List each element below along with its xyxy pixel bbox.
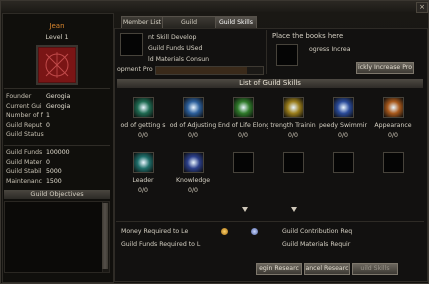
- skill-name: End of Life Elong: [218, 122, 268, 129]
- develop-line-2: Guild Funds USed: [148, 45, 203, 52]
- develop-progress-label: opment Pro: [117, 66, 153, 73]
- develop-line-3: ld Materials Consun: [148, 56, 210, 63]
- skill-name: Knowledge: [175, 177, 210, 184]
- divider: [266, 30, 267, 74]
- skill-name: trength Trainin: [270, 122, 316, 129]
- blue-star-icon[interactable]: [183, 152, 204, 173]
- info-value: 0: [46, 121, 50, 129]
- skill-level-count: 0/0: [238, 132, 248, 139]
- silver-coin-icon: [251, 228, 258, 235]
- skill-level-count: 0/0: [188, 132, 198, 139]
- book-slot[interactable]: [276, 44, 298, 66]
- empty-skill-slot[interactable]: [233, 152, 254, 173]
- books-title: Place the books here: [272, 32, 344, 40]
- quickly-increase-button[interactable]: ickly Increase Pro: [356, 62, 414, 74]
- guild-skills-button[interactable]: uild Skills: [352, 263, 398, 275]
- info-row: Guild Mater 0: [6, 158, 106, 167]
- title-bar[interactable]: [1, 1, 428, 12]
- info-row: Guild Funds 100000: [6, 148, 106, 157]
- info-value: 100000: [46, 149, 70, 156]
- info-row: Maintenanc 1500: [6, 177, 106, 186]
- skill-level-count: 0/0: [388, 132, 398, 139]
- orange-figure-icon[interactable]: [383, 97, 404, 118]
- info-row: Guild Reput 0: [6, 121, 106, 130]
- blue-glove-icon[interactable]: [183, 97, 204, 118]
- info-value: Gerogia: [46, 102, 71, 110]
- empty-skill-slot[interactable]: [383, 152, 404, 173]
- skill-name: Appearance: [374, 122, 412, 129]
- info-row: Guild Status: [6, 130, 106, 139]
- guild-objectives-header: Guild Objectives: [4, 190, 110, 199]
- divider: [4, 145, 110, 146]
- green-heal-icon[interactable]: [233, 97, 254, 118]
- divider: [4, 88, 110, 89]
- skill-level-count: 0/0: [138, 187, 148, 194]
- info-label: Guild Mater: [6, 158, 42, 166]
- character-level: Level 1: [45, 33, 69, 41]
- teal-leader-icon[interactable]: [133, 152, 154, 173]
- books-progress-text: ogress Increa: [309, 46, 351, 53]
- guild-emblem: [36, 45, 78, 85]
- develop-progress-bar: [155, 66, 264, 75]
- skill-level-count: 0/0: [138, 132, 148, 139]
- skill-level-count: 0/0: [288, 132, 298, 139]
- contribution-required-label: Guild Contribution Req: [282, 228, 353, 235]
- close-button[interactable]: ×: [416, 2, 428, 13]
- emblem-icon: [45, 52, 69, 78]
- skill-name: Leader: [132, 177, 154, 184]
- skill-level-count: 0/0: [338, 132, 348, 139]
- info-value: 1500: [46, 177, 62, 185]
- begin-research-button[interactable]: egin Researc: [256, 263, 302, 275]
- info-label: Guild Reput: [6, 121, 43, 129]
- skills-list-header: List of Guild Skills: [117, 79, 423, 88]
- character-name: Jean: [49, 22, 65, 30]
- funds-required-label: Guild Funds Required to L: [121, 241, 201, 248]
- info-label: Founder: [6, 93, 32, 100]
- info-label: Number of f: [6, 112, 43, 119]
- develop-line-1: nt Skill Develop: [148, 34, 197, 41]
- objectives-scroll-thumb[interactable]: [102, 203, 108, 269]
- info-row: Current Gui Gerogia: [6, 102, 106, 111]
- info-label: Guild Status: [6, 131, 44, 138]
- yellow-power-icon[interactable]: [283, 97, 304, 118]
- info-label: Guild Stabil: [6, 168, 42, 175]
- info-value: 5000: [46, 168, 62, 175]
- empty-skill-slot[interactable]: [333, 152, 354, 173]
- info-value: Gerogia: [46, 93, 71, 100]
- develop-progress-fill: [156, 67, 247, 74]
- green-swirl-icon[interactable]: [133, 97, 154, 118]
- empty-skill-slot[interactable]: [283, 152, 304, 173]
- info-row: Number of f1: [6, 111, 106, 120]
- materials-required-label: Guild Materials Requir: [282, 241, 351, 248]
- gold-coin-icon: [221, 228, 228, 235]
- blue-wave-icon[interactable]: [333, 97, 354, 118]
- cancel-research-button[interactable]: ancel Researc: [304, 263, 350, 275]
- skill-level-count: 0/0: [188, 187, 198, 194]
- skill-name: od of getting s: [120, 122, 166, 129]
- info-label: Maintenanc: [6, 177, 43, 185]
- money-required-label: Money Required to Le: [121, 228, 189, 235]
- skill-name: od of Adjusting: [169, 122, 217, 129]
- objectives-list: [4, 201, 103, 273]
- develop-skill-slot[interactable]: [120, 33, 143, 56]
- info-row: Founder Gerogia: [6, 92, 106, 101]
- info-label: Current Gui: [6, 102, 42, 110]
- divider: [116, 221, 424, 222]
- info-value: 1: [46, 112, 50, 119]
- info-value: 0: [46, 158, 50, 166]
- skill-name: peedy Swimmir: [318, 122, 368, 129]
- info-label: Guild Funds: [6, 149, 43, 156]
- info-row: Guild Stabil 5000: [6, 167, 106, 176]
